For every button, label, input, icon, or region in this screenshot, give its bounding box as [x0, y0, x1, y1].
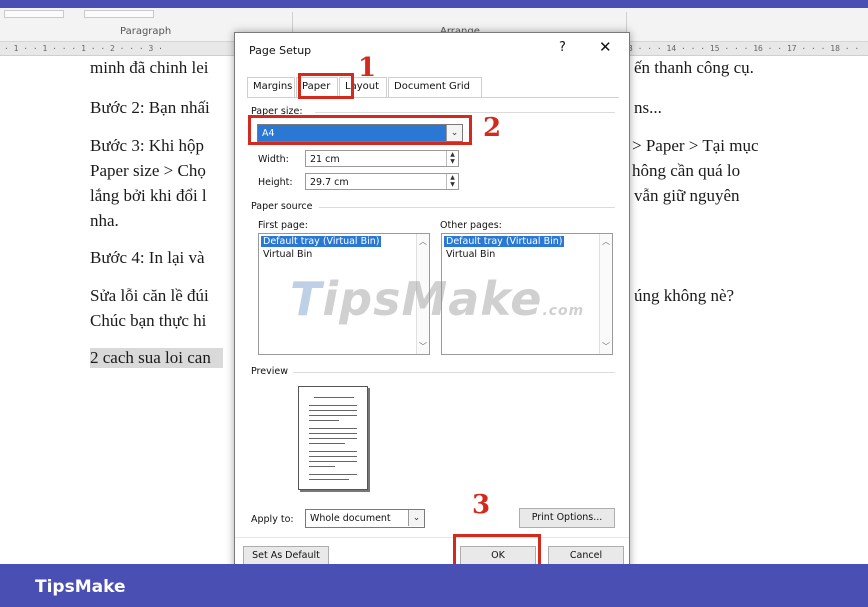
apply-to-value: Whole document — [310, 513, 391, 524]
preview-line — [314, 397, 354, 398]
highlight-paper-tab — [298, 73, 354, 99]
doc-line-highlighted: 2 cach sua loi can — [90, 348, 223, 368]
spinner-arrows-icon[interactable]: ▲ ▼ — [446, 151, 458, 166]
doc-line: úng không nè? — [634, 286, 735, 305]
height-field[interactable]: 29.7 cm ▲ ▼ — [305, 173, 459, 190]
highlight-paper-size — [248, 115, 472, 145]
section-rule — [315, 112, 615, 113]
footer-brand: TipsMake — [35, 577, 126, 597]
doc-line: Bước 4: In lại và — [90, 248, 205, 267]
other-pages-label: Other pages: — [440, 220, 502, 231]
doc-line: ns... — [634, 98, 662, 117]
preview-line — [309, 428, 357, 429]
list-item[interactable]: Default tray (Virtual Bin) — [444, 236, 565, 247]
scrollbar[interactable]: ︿ ﹀ — [599, 234, 612, 354]
preview-line — [309, 443, 345, 444]
preview-line — [309, 410, 357, 411]
preview-line — [309, 479, 349, 480]
set-as-default-button[interactable]: Set As Default — [243, 546, 329, 566]
highlight-ok-button — [453, 534, 541, 568]
section-rule — [319, 207, 615, 208]
ribbon-control[interactable] — [4, 10, 64, 18]
footer-rule — [235, 537, 629, 538]
preview-line — [309, 461, 357, 462]
list-item[interactable]: Default tray (Virtual Bin) — [261, 236, 382, 247]
width-value: 21 cm — [310, 154, 340, 165]
print-options-button[interactable]: Print Options... — [519, 508, 615, 528]
list-item[interactable]: Virtual Bin — [261, 249, 314, 260]
scroll-up-icon[interactable]: ︿ — [419, 236, 427, 247]
doc-line: ến thanh công cụ. — [634, 58, 754, 77]
doc-line: > Paper > Tại mục — [632, 136, 759, 155]
preview-line — [309, 405, 357, 406]
ruler-ticks-left: · 1 · · 1 · · · 1 · · 2 · · · 3 · — [4, 44, 163, 53]
preview-label: Preview — [251, 366, 288, 377]
spinner-arrows-icon[interactable]: ▲ ▼ — [446, 174, 458, 189]
step-number-3: 3 — [472, 490, 491, 520]
section-rule — [293, 372, 615, 373]
preview-line — [309, 438, 357, 439]
doc-line: hông cần quá lo — [632, 161, 741, 180]
step-number-2: 2 — [483, 113, 502, 143]
watermark-text: ipsMake — [322, 272, 543, 326]
scroll-up-icon[interactable]: ︿ — [602, 236, 610, 247]
watermark-suffix: .com — [542, 303, 585, 319]
dialog-title: Page Setup — [249, 44, 312, 57]
preview-line — [309, 433, 357, 434]
height-label: Height: — [258, 177, 293, 188]
doc-line: Paper size > Chọ — [90, 161, 206, 180]
first-page-label: First page: — [258, 220, 308, 231]
tab-margins[interactable]: Margins — [247, 77, 295, 97]
doc-line: vẫn giữ nguyên — [634, 186, 740, 205]
help-button[interactable]: ? — [559, 40, 566, 55]
doc-line: Sửa lỗi căn lề đúi — [90, 286, 209, 305]
doc-line: Bước 2: Bạn nhấi — [90, 98, 210, 117]
step-number-1: 1 — [358, 53, 377, 83]
list-item[interactable]: Virtual Bin — [444, 249, 497, 260]
window-top-band — [0, 0, 868, 8]
preview-line — [309, 420, 339, 421]
preview-line — [309, 415, 357, 416]
scroll-down-icon[interactable]: ﹀ — [419, 341, 427, 352]
width-label: Width: — [258, 154, 289, 165]
paper-source-label: Paper source — [251, 201, 313, 212]
watermark-initial: T — [290, 272, 323, 326]
page-preview — [298, 386, 368, 490]
chevron-down-icon[interactable]: ⌄ — [408, 510, 424, 526]
doc-line: nha. — [90, 211, 119, 230]
scroll-down-icon[interactable]: ﹀ — [602, 341, 610, 352]
width-field[interactable]: 21 cm ▲ ▼ — [305, 150, 459, 167]
ruler-ticks-right: 3 · · · 14 · · · 15 · · · 16 · · 17 · · … — [628, 44, 860, 53]
paragraph-group-label: Paragraph — [120, 26, 172, 37]
close-icon[interactable]: ✕ — [599, 38, 612, 56]
tipsmake-watermark: TipsMake.com — [290, 272, 584, 326]
footer-bar: TipsMake — [0, 564, 868, 607]
doc-line: Chúc bạn thực hi — [90, 311, 207, 330]
doc-line: minh đã chinh lei — [90, 58, 209, 77]
doc-line: lắng bởi khi đổi l — [90, 186, 207, 205]
cancel-button[interactable]: Cancel — [548, 546, 624, 566]
tab-document-grid[interactable]: Document Grid — [388, 77, 482, 97]
ribbon-control[interactable] — [84, 10, 154, 18]
doc-line: Bước 3: Khi hộp — [90, 136, 205, 155]
preview-line — [309, 456, 357, 457]
preview-line — [309, 474, 357, 475]
apply-to-label: Apply to: — [251, 514, 294, 525]
height-value: 29.7 cm — [310, 177, 349, 188]
preview-line — [309, 451, 357, 452]
apply-to-select[interactable]: Whole document ⌄ — [305, 509, 425, 528]
preview-line — [309, 466, 335, 467]
